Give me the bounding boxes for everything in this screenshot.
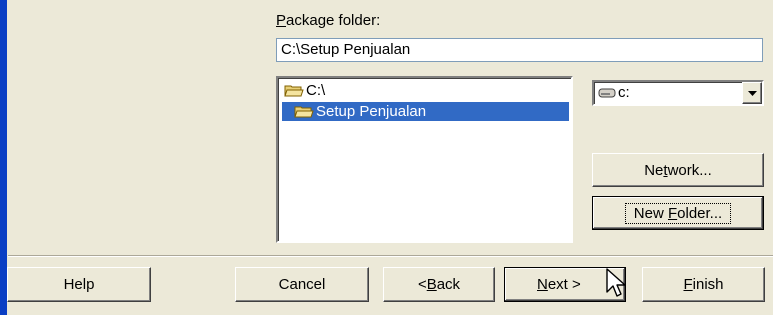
open-folder-icon xyxy=(284,85,304,97)
drive-dropdown-button[interactable] xyxy=(742,82,762,104)
network-button[interactable]: Ne t work... xyxy=(592,153,764,187)
drive-value: c: xyxy=(618,84,630,101)
help-button[interactable]: Help xyxy=(7,267,151,302)
folder-item-setup-penjualan[interactable]: Setup Penjualan xyxy=(282,102,569,121)
window-left-border xyxy=(0,0,7,315)
folder-item-root[interactable]: C:\ xyxy=(284,81,325,100)
folder-item-label: C:\ xyxy=(306,82,326,99)
folder-tree-list[interactable]: C:\ Setup Penjualan xyxy=(276,76,573,243)
back-button[interactable]: < Back xyxy=(383,267,495,302)
folder-item-label: Setup Penjualan xyxy=(316,103,427,120)
open-folder-icon xyxy=(294,106,314,118)
drive-select[interactable]: c: xyxy=(592,80,764,106)
new-folder-button[interactable]: New Folder... xyxy=(592,196,764,230)
finish-button[interactable]: Finish xyxy=(642,267,765,302)
mouse-pointer-icon xyxy=(606,268,626,297)
cancel-button[interactable]: Cancel xyxy=(235,267,369,302)
footer-separator xyxy=(8,255,773,257)
package-folder-input[interactable]: C:\Setup Penjualan xyxy=(276,38,763,62)
drive-icon xyxy=(598,88,616,97)
package-folder-label: Package folder: xyxy=(276,12,381,29)
chevron-down-icon xyxy=(747,90,757,96)
